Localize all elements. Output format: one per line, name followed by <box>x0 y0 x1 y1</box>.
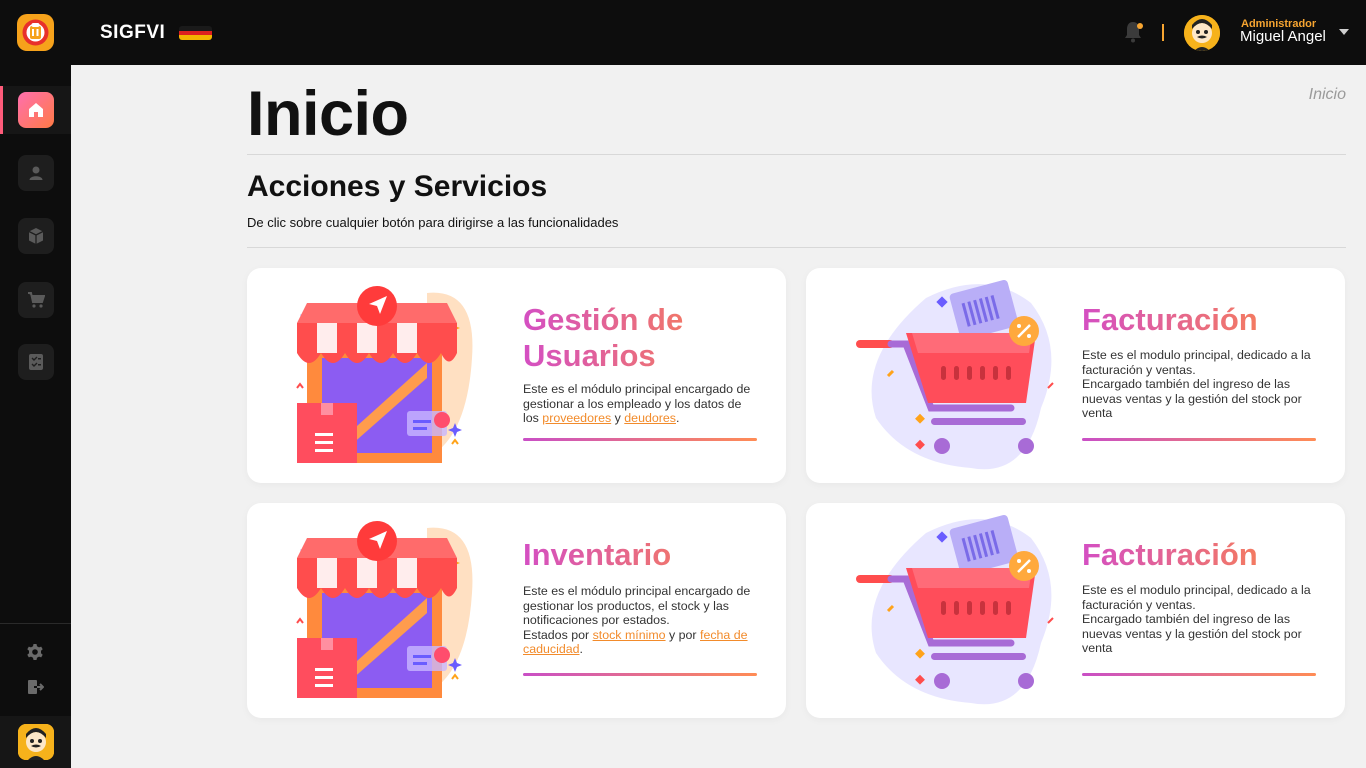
description-link[interactable]: proveedores <box>542 411 611 425</box>
page-title: Inicio <box>247 79 409 149</box>
store-illustration <box>277 513 497 708</box>
breadcrumb[interactable]: Inicio <box>1309 86 1346 104</box>
cart-illustration <box>836 513 1056 708</box>
avatar <box>18 724 54 760</box>
topbar-divider <box>1162 24 1164 41</box>
card-description-line: Este es el modulo principal, dedicado a … <box>1082 583 1311 612</box>
card-description-line: Este es el modulo principal, dedicado a … <box>1082 348 1311 377</box>
notification-dot <box>1137 23 1143 29</box>
card-description: Este es el módulo principal encargado de… <box>523 584 751 656</box>
cart-icon <box>18 282 54 318</box>
card-accent-bar <box>1082 438 1316 441</box>
top-bar: SIGFVI Administrador Miguel Angel <box>71 0 1366 65</box>
checklist-icon <box>18 344 54 380</box>
user-name[interactable]: Miguel Angel <box>1240 28 1326 45</box>
description-link[interactable]: stock mínimo <box>593 628 666 642</box>
user-avatar[interactable] <box>1184 15 1220 51</box>
section-title: Acciones y Servicios <box>247 170 548 203</box>
sidebar-item-reports[interactable] <box>0 338 71 386</box>
card-title: Facturación <box>1082 537 1322 573</box>
divider <box>247 247 1346 248</box>
card-gestion-usuarios[interactable]: Gestión de Usuarios Este es el módulo pr… <box>247 268 786 483</box>
card-description-line: Encargado también del ingreso de las nue… <box>1082 612 1302 655</box>
card-accent-bar <box>523 673 757 676</box>
store-illustration <box>277 278 497 473</box>
gear-icon[interactable] <box>23 640 47 664</box>
sidebar-profile[interactable] <box>0 716 71 768</box>
home-icon <box>18 92 54 128</box>
cart-illustration <box>836 278 1056 473</box>
card-facturacion-2[interactable]: Facturación Este es el modulo principal,… <box>806 503 1345 718</box>
sidebar-item-home[interactable] <box>0 86 71 134</box>
logout-icon[interactable] <box>23 675 47 699</box>
sidebar-divider <box>0 623 71 624</box>
sidebar-item-inventory[interactable] <box>0 212 71 260</box>
sidebar <box>0 0 71 768</box>
card-accent-bar <box>1082 673 1316 676</box>
sidebar-item-sales[interactable] <box>0 276 71 324</box>
flag-icon[interactable] <box>179 26 212 40</box>
card-title: Gestión de Usuarios <box>523 302 763 374</box>
card-facturacion[interactable]: Facturación Este es el modulo principal,… <box>806 268 1345 483</box>
user-icon <box>18 155 54 191</box>
app-logo[interactable] <box>17 14 54 51</box>
box-icon <box>18 218 54 254</box>
section-subtitle: De clic sobre cualquier botón para dirig… <box>247 215 619 230</box>
card-description: Este es el modulo principal, dedicado a … <box>1082 348 1318 421</box>
card-inventario[interactable]: Inventario Este es el módulo principal e… <box>247 503 786 718</box>
chevron-down-icon[interactable] <box>1339 29 1349 35</box>
card-title: Inventario <box>523 537 763 573</box>
sidebar-item-users[interactable] <box>0 149 71 197</box>
card-title: Facturación <box>1082 302 1322 338</box>
card-description-line: Encargado también del ingreso de las nue… <box>1082 377 1302 420</box>
card-description: Este es el modulo principal, dedicado a … <box>1082 583 1318 656</box>
description-link[interactable]: deudores <box>624 411 676 425</box>
card-description: Este es el módulo principal encargado de… <box>523 382 751 425</box>
divider <box>247 154 1346 155</box>
brand-name[interactable]: SIGFVI <box>100 22 165 44</box>
card-accent-bar <box>523 438 757 441</box>
